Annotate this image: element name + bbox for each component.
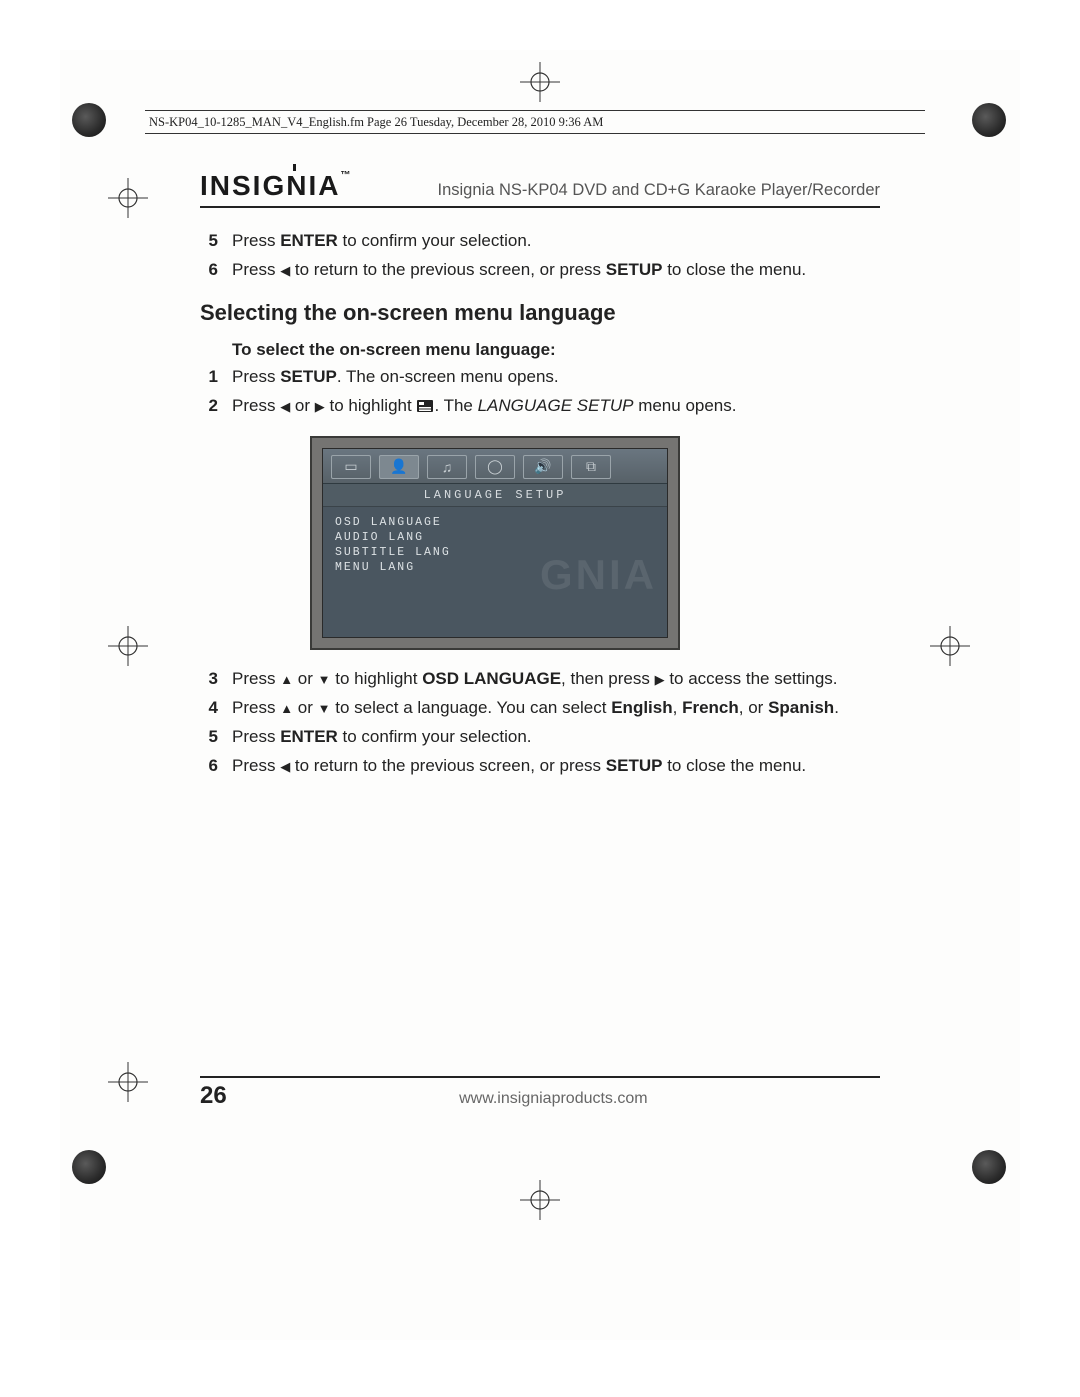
- menu-tab-icon: 🔊: [523, 455, 563, 479]
- step-item: 5 Press ENTER to confirm your selection.: [200, 726, 880, 749]
- step-body: Press ▲ or ▼ to select a language. You c…: [232, 697, 880, 720]
- document-title: Insignia NS-KP04 DVD and CD+G Karaoke Pl…: [370, 181, 880, 202]
- file-info-bar: NS-KP04_10-1285_MAN_V4_English.fm Page 2…: [145, 110, 925, 134]
- bold-text: OSD LANGUAGE: [422, 669, 561, 688]
- step-number: 5: [200, 230, 218, 253]
- menu-tab-icon: ▭: [331, 455, 371, 479]
- left-arrow-icon: ◀: [280, 262, 290, 280]
- down-arrow-icon: ▼: [318, 671, 331, 689]
- step-item: 6 Press ◀ to return to the previous scree…: [200, 755, 880, 778]
- step-item: 5 Press ENTER to confirm your selection.: [200, 230, 880, 253]
- brand-logo: INSIGNIA™: [200, 170, 356, 202]
- menu-tab-icon: ⧉: [571, 455, 611, 479]
- right-arrow-icon: ▶: [315, 398, 325, 416]
- step-body: Press ▲ or ▼ to highlight OSD LANGUAGE, …: [232, 668, 880, 691]
- footer-url: www.insigniaproducts.com: [227, 1090, 880, 1108]
- brand-accent-icon: [293, 164, 296, 171]
- step-number: 5: [200, 726, 218, 749]
- crop-dot: [972, 1150, 1006, 1184]
- up-arrow-icon: ▲: [280, 700, 293, 718]
- up-arrow-icon: ▲: [280, 671, 293, 689]
- menu-item-label: MENU LANG: [335, 560, 655, 575]
- registration-mark: [520, 1180, 560, 1220]
- menu-item-label: AUDIO LANG: [335, 530, 655, 545]
- step-item: 6 Press ◀ to return to the previous scree…: [200, 259, 880, 282]
- sub-heading: To select the on-screen menu language:: [232, 340, 880, 360]
- italic-text: LANGUAGE SETUP: [478, 396, 634, 415]
- down-arrow-icon: ▼: [318, 700, 331, 718]
- registration-mark: [520, 62, 560, 102]
- step-item: 4 Press ▲ or ▼ to select a language. You …: [200, 697, 880, 720]
- bold-text: English: [611, 698, 672, 717]
- step-list-main-a: 1 Press SETUP. The on-screen menu opens. 2…: [200, 366, 880, 418]
- registration-mark: [108, 1062, 148, 1102]
- step-body: Press ENTER to confirm your selection.: [232, 230, 880, 253]
- brand-text: INSIGNIA: [200, 170, 340, 201]
- left-arrow-icon: ◀: [280, 398, 290, 416]
- step-number: 6: [200, 259, 218, 282]
- page-footer: 26 www.insigniaproducts.com: [200, 1076, 880, 1110]
- step-body: Press ENTER to confirm your selection.: [232, 726, 880, 749]
- menu-screenshot-body: OSD LANGUAGEAUDIO LANGSUBTITLE LANGMENU …: [323, 507, 667, 637]
- menu-screenshot-title: LANGUAGE SETUP: [323, 484, 667, 507]
- bold-text: ENTER: [280, 727, 338, 746]
- step-number: 1: [200, 366, 218, 389]
- step-body: Press ◀ to return to the previous screen…: [232, 259, 880, 282]
- menu-item-label: OSD LANGUAGE: [335, 515, 655, 530]
- crop-dot: [72, 1150, 106, 1184]
- step-number: 3: [200, 668, 218, 691]
- step-body: Press ◀ or ▶ to highlight . The LANGUAGE…: [232, 395, 880, 418]
- menu-item-label: SUBTITLE LANG: [335, 545, 655, 560]
- step-number: 2: [200, 395, 218, 418]
- menu-tab-icon: 👤: [379, 455, 419, 479]
- registration-mark: [108, 626, 148, 666]
- bold-text: French: [682, 698, 739, 717]
- file-info-text: NS-KP04_10-1285_MAN_V4_English.fm Page 2…: [149, 115, 603, 129]
- menu-tab-icon: ◯: [475, 455, 515, 479]
- registration-mark: [108, 178, 148, 218]
- trademark-icon: ™: [340, 170, 350, 181]
- step-number: 4: [200, 697, 218, 720]
- bold-text: SETUP: [280, 367, 337, 386]
- bold-text: Spanish: [768, 698, 834, 717]
- step-body: Press ◀ to return to the previous screen…: [232, 755, 880, 778]
- menu-tab-icon: ♫: [427, 455, 467, 479]
- step-item: 1 Press SETUP. The on-screen menu opens.: [200, 366, 880, 389]
- key-label: ENTER: [280, 231, 338, 250]
- menu-tab-row: ▭ 👤 ♫ ◯ 🔊 ⧉: [323, 449, 667, 484]
- section-heading: Selecting the on-screen menu language: [200, 300, 880, 326]
- step-item: 2 Press ◀ or ▶ to highlight . The LANGUAG…: [200, 395, 880, 418]
- key-label: SETUP: [606, 260, 663, 279]
- page-content: INSIGNIA™ Insignia NS-KP04 DVD and CD+G …: [200, 170, 880, 796]
- registration-mark: [930, 626, 970, 666]
- right-arrow-icon: ▶: [655, 671, 665, 689]
- step-body: Press SETUP. The on-screen menu opens.: [232, 366, 880, 389]
- language-menu-icon: [416, 399, 434, 413]
- bold-text: SETUP: [606, 756, 663, 775]
- step-list-main-b: 3 Press ▲ or ▼ to highlight OSD LANGUAGE,…: [200, 668, 880, 778]
- language-menu-icon: [416, 397, 434, 411]
- crop-dot: [972, 103, 1006, 137]
- left-arrow-icon: ◀: [280, 758, 290, 776]
- crop-dot: [72, 103, 106, 137]
- step-list-top: 5 Press ENTER to confirm your selection. 6…: [200, 230, 880, 282]
- page-header: INSIGNIA™ Insignia NS-KP04 DVD and CD+G …: [200, 170, 880, 208]
- menu-screenshot: ▭ 👤 ♫ ◯ 🔊 ⧉ LANGUAGE SETUP OSD LANGUAGEAUDIO …: [310, 436, 680, 650]
- page-number: 26: [200, 1082, 227, 1110]
- step-number: 6: [200, 755, 218, 778]
- step-item: 3 Press ▲ or ▼ to highlight OSD LANGUAGE,…: [200, 668, 880, 691]
